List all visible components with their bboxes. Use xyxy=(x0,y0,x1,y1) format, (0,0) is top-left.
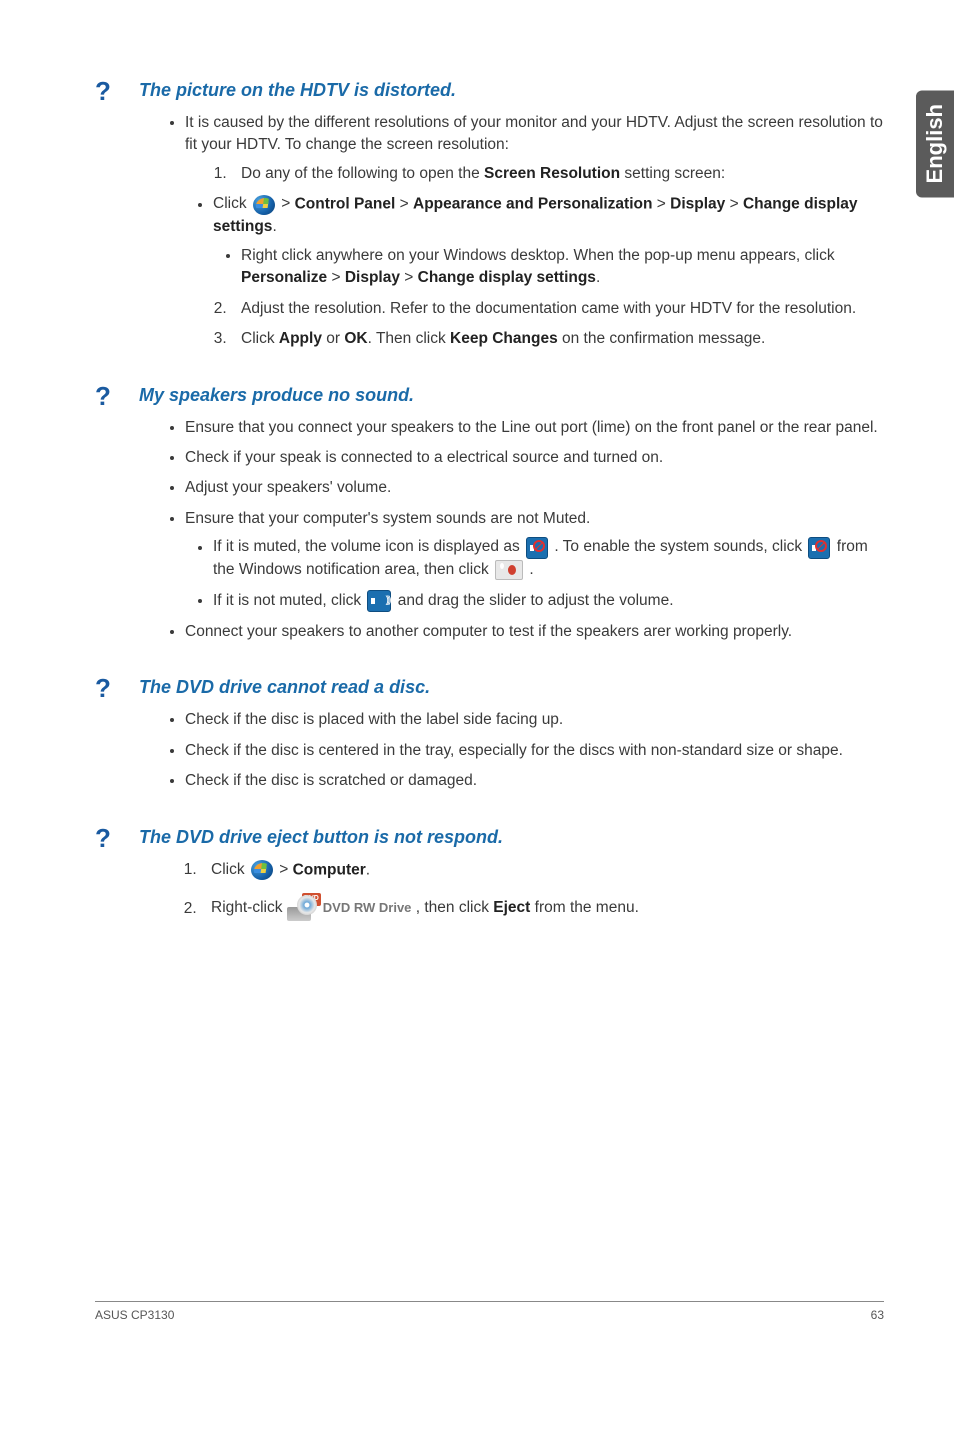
step-2: Right-click DVD DVD RW Drive , then clic… xyxy=(201,895,884,921)
right-click-instruction: Right click anywhere on your Windows des… xyxy=(241,245,884,290)
volume-icon xyxy=(367,590,391,612)
qa-speakers-no-sound: ? My speakers produce no sound. Ensure t… xyxy=(95,385,884,644)
question-mark-icon: ? xyxy=(95,675,111,701)
sub-bullet-not-muted: If it is not muted, click and drag the s… xyxy=(213,590,884,613)
step-2: Adjust the resolution. Refer to the docu… xyxy=(231,298,884,320)
bullet: Ensure that you connect your speakers to… xyxy=(185,417,884,439)
windows-start-icon xyxy=(251,860,273,880)
qa-dvd-eject: ? The DVD drive eject button is not resp… xyxy=(95,827,884,922)
footer-product: ASUS CP3130 xyxy=(95,1308,174,1322)
bullet: Check if the disc is scratched or damage… xyxy=(185,770,884,792)
page-number: 63 xyxy=(871,1308,884,1322)
language-tab: English xyxy=(916,90,954,197)
bullet: Check if the disc is centered in the tra… xyxy=(185,740,884,762)
volume-muted-icon xyxy=(808,537,830,559)
mixer-icon xyxy=(495,560,523,580)
click-path: Click > Control Panel > Appearance and P… xyxy=(213,193,884,289)
bullet: Check if the disc is placed with the lab… xyxy=(185,709,884,731)
bullet: Connect your speakers to another compute… xyxy=(185,621,884,643)
bullet: Check if your speak is connected to a el… xyxy=(185,447,884,469)
question-title: The DVD drive eject button is not respon… xyxy=(139,827,503,848)
question-mark-icon: ? xyxy=(95,78,111,104)
volume-muted-icon xyxy=(526,537,548,559)
question-mark-icon: ? xyxy=(95,383,111,409)
dvd-drive-icon: DVD DVD RW Drive xyxy=(287,895,412,921)
question-title: The DVD drive cannot read a disc. xyxy=(139,677,430,698)
question-mark-icon: ? xyxy=(95,825,111,851)
bullet: Adjust your speakers' volume. xyxy=(185,477,884,499)
question-title: The picture on the HDTV is distorted. xyxy=(139,80,456,101)
question-title: My speakers produce no sound. xyxy=(139,385,414,406)
qa-dvd-read: ? The DVD drive cannot read a disc. Chec… xyxy=(95,677,884,792)
page-footer: ASUS CP3130 63 xyxy=(95,1301,884,1322)
sub-bullet-muted: If it is muted, the volume icon is displ… xyxy=(213,536,884,582)
windows-start-icon xyxy=(253,195,275,215)
bullet-muted: Ensure that your computer's system sound… xyxy=(185,508,884,613)
step-3: Click Apply or OK. Then click Keep Chang… xyxy=(231,328,884,350)
step-1: Click > Computer. xyxy=(201,859,884,882)
answer-intro: It is caused by the different resolution… xyxy=(185,112,884,351)
qa-hdtv-distorted: ? The picture on the HDTV is distorted. … xyxy=(95,80,884,351)
step-1: Do any of the following to open the Scre… xyxy=(231,163,884,185)
